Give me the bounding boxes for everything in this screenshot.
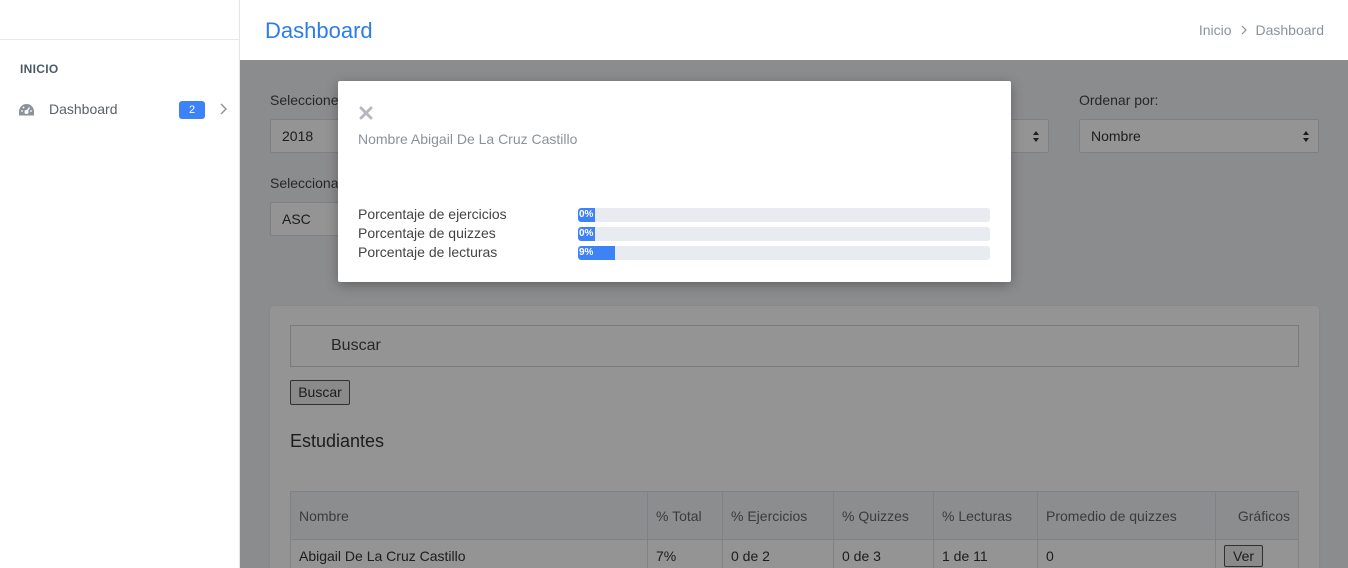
sidebar-item-label: Dashboard [49,101,118,117]
progress-label: Porcentaje de lecturas [358,244,498,260]
notification-badge: 2 [179,101,205,119]
close-icon[interactable] [359,106,373,120]
breadcrumb-current: Dashboard [1255,22,1325,38]
breadcrumb-home-link[interactable]: Inicio [1199,22,1232,38]
sidebar-section-title: INICIO [20,62,59,76]
chevron-right-icon [220,103,227,115]
progress-label: Porcentaje de ejercicios [358,206,507,222]
progress-label: Porcentaje de quizzes [358,225,496,241]
sidebar-brand [0,0,239,40]
progress-fill: 0% [578,227,595,241]
progress-bar: 9% [578,246,990,260]
progress-row-ejercicios: Porcentaje de ejercicios 0% [358,206,990,223]
sidebar: INICIO Dashboard 2 [0,0,240,568]
progress-row-quizzes: Porcentaje de quizzes 0% [358,225,990,242]
progress-bar: 0% [578,208,990,222]
top-bar: Dashboard Inicio Dashboard [240,0,1348,60]
chevron-right-icon [1241,25,1247,35]
progress-fill: 0% [578,208,595,222]
dashboard-icon [19,104,34,116]
page-title: Dashboard [265,18,373,43]
student-name: Nombre Abigail De La Cruz Castillo [358,131,578,147]
student-progress-modal: Nombre Abigail De La Cruz Castillo Porce… [338,81,1011,282]
progress-row-lecturas: Porcentaje de lecturas 9% [358,244,990,261]
progress-bar: 0% [578,227,990,241]
sidebar-item-dashboard[interactable]: Dashboard 2 [0,96,240,124]
breadcrumb: Inicio Dashboard [1199,22,1324,38]
progress-fill: 9% [578,246,616,260]
